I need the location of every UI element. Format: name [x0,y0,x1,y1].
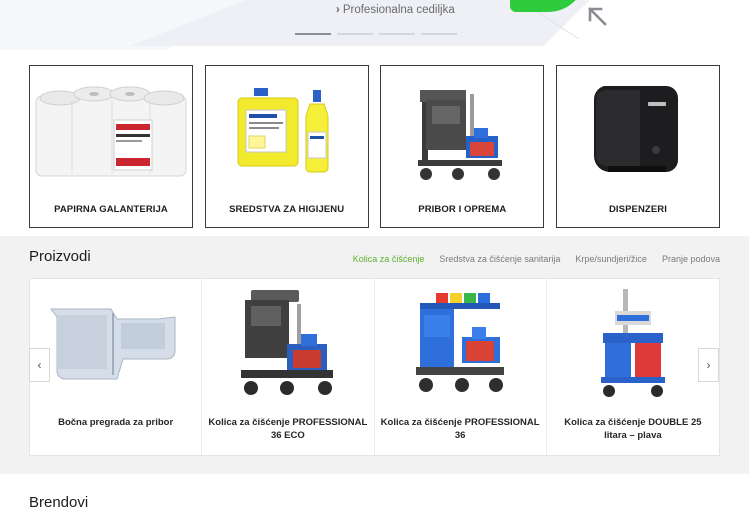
product-card[interactable]: Kolica za čišćenje PROFESSIONAL 36 [375,279,547,455]
products-heading: Proizvodi [29,248,91,265]
products-section: Proizvodi Kolica za čišćenje Sredstva za… [0,236,749,474]
product-name[interactable]: Kolica za čišćenje DOUBLE 25 litara – pl… [553,416,713,442]
product-card[interactable]: Kolica za čišćenje DOUBLE 25 litara – pl… [547,279,719,455]
slider-dot[interactable] [421,33,457,35]
category-card-sredstva-za-higijenu[interactable]: SREDSTVA ZA HIGIJENU [204,65,369,228]
slider-dot[interactable] [337,33,373,35]
hero-caption[interactable]: › Profesionalna cedilјka [336,4,455,16]
category-card-dispenzeri[interactable]: DISPENZERI [555,65,720,228]
tab-sredstva-za-ciscenje-sanitarija[interactable]: Sredstva za čišćenje sanitarija [439,254,560,264]
product-card[interactable]: Kolica za čišćenje PROFESSIONAL 36 ECO [202,279,375,455]
product-filter-tabs: Kolica za čišćenje Sredstva za čišćenje … [353,254,720,264]
hero-caption-text: Profesionalna cedilјka [342,4,455,16]
paper-rolls-image [30,74,192,189]
cleaning-bottles-image [206,74,368,189]
product-carousel: Bočna pregrada za pribor Kolica za čišće… [29,278,720,456]
side-tray-image [30,283,202,403]
cleaning-cart-image [381,74,543,189]
hero-slider: › Profesionalna cedilјka [0,0,749,56]
slider-dot[interactable] [379,33,415,35]
arrow-up-left-icon [588,7,607,26]
slider-dot[interactable] [295,33,331,35]
tab-kolica-za-ciscenje[interactable]: Kolica za čišćenje [353,254,425,264]
category-label: PAPIRNA GALANTERIJA [54,204,168,215]
product-name[interactable]: Kolica za čišćenje PROFESSIONAL 36 [381,416,540,442]
carousel-next-button[interactable]: › [698,348,719,382]
product-name[interactable]: Kolica za čišćenje PROFESSIONAL 36 ECO [208,416,367,442]
chevron-right-icon: › [706,358,711,372]
cart-eco-image [202,283,374,403]
slider-dots [295,33,457,36]
carousel-prev-button[interactable]: ‹ [29,348,50,382]
tab-pranje-podova[interactable]: Pranje podova [662,254,720,264]
category-card-papirna-galanterija[interactable]: PAPIRNA GALANTERIJA [29,65,193,228]
chevron-right-icon: › [336,4,340,16]
category-label: PRIBOR I OPREMA [418,204,507,215]
category-card-pribor-i-oprema[interactable]: PRIBOR I OPREMA [380,65,545,228]
dispenser-image [557,74,719,189]
category-grid: PAPIRNA GALANTERIJA SREDSTVA ZA HIGIJENU [29,65,720,228]
chevron-left-icon: ‹ [37,358,42,372]
cart-blue-image [375,283,547,403]
mop-bucket-image [547,283,719,403]
tab-krpe-sundjeri-zice[interactable]: Krpe/sundjeri/žice [575,254,647,264]
category-label: SREDSTVA ZA HIGIJENU [229,204,345,215]
product-name[interactable]: Bočna pregrada za pribor [36,416,195,429]
category-label: DISPENZERI [608,204,667,215]
product-card[interactable]: Bočna pregrada za pribor [30,279,203,455]
brands-heading: Brendovi [29,494,89,511]
